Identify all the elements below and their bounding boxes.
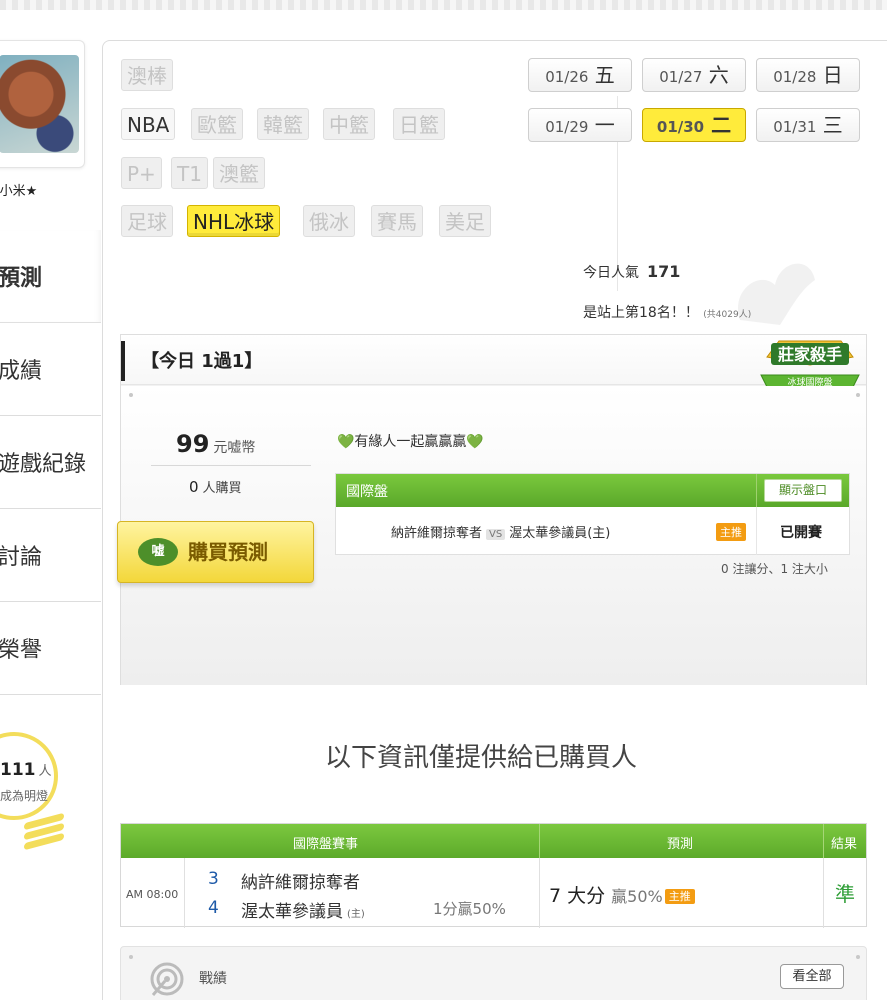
record-title: 戰績 — [199, 971, 227, 987]
match-status: 已開賽 — [780, 525, 822, 541]
table-row: AM 08:00 3 納許維爾掠奪者 4 渥太華參議員 (主) 1分贏50% 7 … — [121, 858, 866, 928]
sidebar-item-label: 討論 — [0, 545, 43, 570]
show-odds-button[interactable]: 顯示盤口 — [764, 479, 842, 502]
handicap-odds: 1分贏50% — [433, 900, 506, 918]
team-name: 渥太華參議員 (主) — [241, 902, 365, 922]
bulb-text: 成為明燈 — [0, 789, 49, 803]
team-number: 3 — [208, 869, 219, 889]
prediction-memo: 💚有緣人一起贏贏贏💚 — [337, 434, 484, 450]
popularity-today: 今日人氣 171 — [583, 262, 681, 281]
league-tag-horse-racing[interactable]: 賽馬 — [371, 205, 423, 237]
sidebar-item-discussion[interactable]: 討論 — [0, 509, 101, 602]
league-tag-euro-basketball[interactable]: 歐籃 — [191, 108, 243, 140]
vs-icon: VS — [486, 529, 506, 540]
date-button-0131[interactable]: 01/31 三 — [756, 108, 860, 142]
coin-icon: 嘘 — [138, 538, 178, 566]
result-table: 國際盤賽事 預測 結果 AM 08:00 3 納許維爾掠奪者 4 渥太華參議員(… — [120, 823, 867, 928]
buy-prediction-button[interactable]: 嘘 購買預測 — [117, 521, 314, 583]
sidebar-item-label: 榮譽 — [0, 638, 43, 663]
record-section: 戰績 看全部 — [120, 946, 867, 1000]
team-number: 4 — [208, 898, 219, 918]
column-header-prediction: 預測 — [667, 837, 694, 852]
date-button-0126[interactable]: 01/26 五 — [528, 58, 632, 92]
view-all-button[interactable]: 看全部 — [780, 964, 844, 989]
prediction-title: 【今日 1過1】 — [141, 351, 263, 372]
sidebar-menu: 預測 成績 遊戲紀錄 討論 榮譽 — [0, 230, 101, 695]
purchase-required-message: 以下資訊僅提供給已購買人 — [325, 743, 638, 773]
sidebar-item-label: 遊戲紀錄 — [0, 452, 87, 477]
league-tag-t1[interactable]: T1 — [171, 157, 208, 189]
league-tag-aus-baseball[interactable]: 澳棒 — [121, 59, 173, 91]
buyers-count: 0 人購買 — [189, 478, 242, 496]
sidebar-item-record[interactable]: 成績 — [0, 323, 101, 416]
avatar[interactable] — [0, 55, 79, 153]
sidebar-item-predict[interactable]: 預測 — [0, 230, 101, 323]
prediction-card: 【今日 1過1】 莊家殺手 冰球國際盤 99 元嘘幣 0 人購買 嘘 購買預測 💚有… — [117, 334, 867, 685]
league-tag-soccer[interactable]: 足球 — [121, 205, 173, 237]
sidebar-item-label: 成績 — [0, 359, 43, 384]
prediction-value: 7 大分 贏50% 主推 — [549, 881, 695, 908]
result-value: 準 — [835, 882, 855, 906]
date-button-0127[interactable]: 01/27 六 — [642, 58, 746, 92]
match-row: 納許維爾掠奪者 VS 渥太華參議員(主) 主推 已開賽 — [336, 507, 849, 555]
lightbulb-base-icon — [24, 812, 64, 863]
sidebar-item-game-log[interactable]: 遊戲紀錄 — [0, 416, 101, 509]
league-tag-rus-hockey[interactable]: 俄冰 — [303, 205, 355, 237]
sidebar-item-honor[interactable]: 榮譽 — [0, 602, 101, 695]
column-header-result: 結果 — [831, 837, 858, 852]
league-tag-nba[interactable]: NBA — [121, 108, 176, 140]
target-icon — [150, 962, 184, 996]
league-tag-kor-basketball[interactable]: 韓籃 — [257, 108, 309, 140]
handicap-table: 國際盤 顯示盤口 納許維爾掠奪者 VS 渥太華參議員(主) 主推 已開賽 — [335, 473, 850, 555]
prediction-card-header: 【今日 1過1】 — [121, 335, 866, 385]
date-button-0128[interactable]: 01/28 日 — [756, 58, 860, 92]
league-tag-cn-basketball[interactable]: 中籃 — [323, 108, 375, 140]
sidebar-item-label: 預測 — [0, 266, 43, 291]
league-tag-jp-basketball[interactable]: 日籃 — [393, 108, 445, 140]
league-tag-us-football[interactable]: 美足 — [439, 205, 491, 237]
main-pick-badge: 主推 — [716, 523, 746, 541]
match-time: AM 08:00 — [126, 888, 179, 901]
league-tag-nhl[interactable]: NHL冰球 — [187, 205, 281, 237]
top-border — [0, 0, 887, 10]
date-button-0129[interactable]: 01/29 一 — [528, 108, 632, 142]
username[interactable]: ★小米★ — [0, 180, 37, 199]
popularity-rank: 是站上第18名！！ (共4029人) — [583, 305, 752, 321]
bookmaker-killer-badge-icon: 莊家殺手 冰球國際盤 — [760, 340, 860, 388]
bulb-count: 111 人 — [0, 760, 52, 780]
date-button-0130[interactable]: 01/30 二 — [642, 108, 746, 142]
price: 99 元嘘幣 — [176, 430, 256, 458]
avatar-card[interactable] — [0, 40, 85, 168]
svg-text:莊家殺手: 莊家殺手 — [778, 345, 842, 364]
league-tag-p-plus[interactable]: P+ — [121, 157, 162, 189]
column-header-match: 國際盤賽事 — [293, 837, 359, 852]
bet-note: 0 注讓分、1 注大小 — [721, 562, 828, 576]
team-name: 納許維爾掠奪者 — [241, 873, 360, 893]
handicap-title: 國際盤 — [346, 484, 388, 500]
result-table-header: 國際盤賽事 預測 結果 — [121, 824, 866, 858]
league-tag-aus-basketball[interactable]: 澳籃 — [213, 157, 265, 189]
match-teams: 納許維爾掠奪者 VS 渥太華參議員(主) — [391, 526, 611, 541]
main-pick-badge: 主推 — [664, 889, 695, 904]
